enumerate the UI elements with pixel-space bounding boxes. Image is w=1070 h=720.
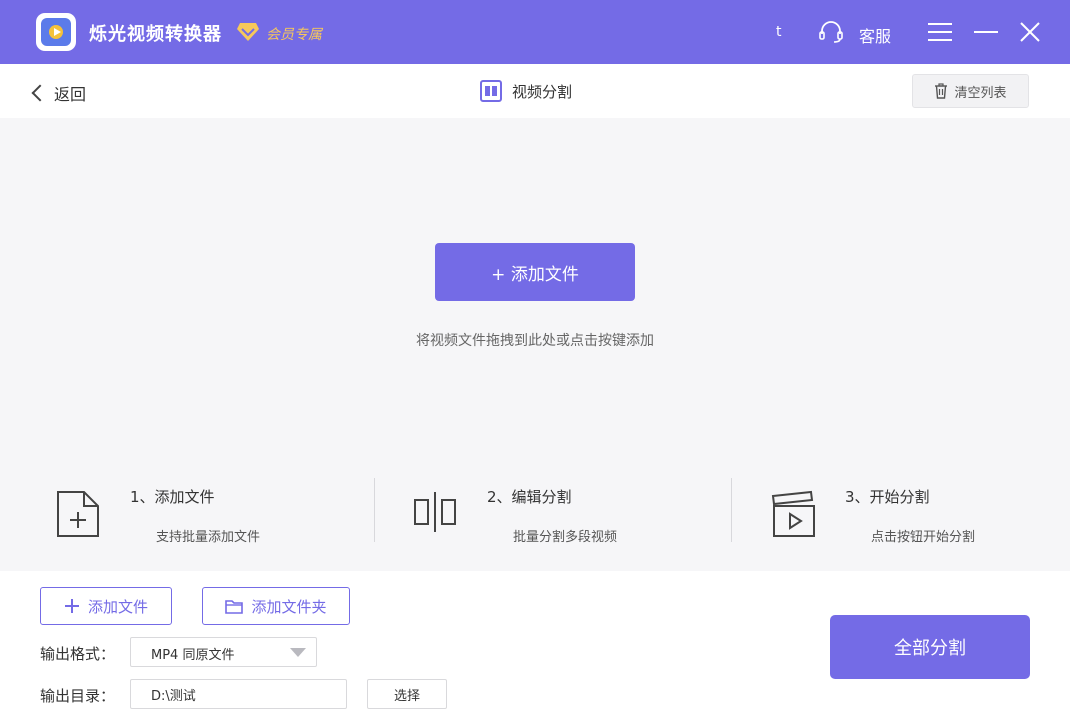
app-title: 烁光视频转换器: [89, 24, 222, 45]
vip-diamond-icon: [237, 23, 259, 41]
back-label: 返回: [54, 85, 87, 104]
plus-icon: [64, 599, 79, 613]
close-icon[interactable]: [1019, 21, 1041, 43]
drop-area[interactable]: + 添加文件 将视频文件拖拽到此处或点击按键添加 1、添加文件 支持批量添加文件…: [0, 118, 1070, 571]
dropdown-arrow-icon: [290, 648, 306, 657]
divider: [731, 478, 732, 542]
output-format-value: MP4 同原文件: [151, 648, 235, 663]
split-all-button[interactable]: 全部分割: [830, 615, 1030, 679]
add-file-main-button[interactable]: + 添加文件: [435, 243, 635, 301]
chevron-left-icon: [31, 84, 49, 102]
page-title: 视频分割: [480, 80, 572, 102]
add-folder-label: 添加文件夹: [251, 597, 327, 616]
split-icon: [414, 492, 456, 532]
support-label[interactable]: 客服: [859, 23, 891, 47]
step-desc: 批量分割多段视频: [513, 530, 618, 545]
vip-label[interactable]: 会员专属: [266, 24, 322, 44]
add-file-label: 添加文件: [87, 597, 148, 616]
add-file-button[interactable]: 添加文件: [40, 587, 172, 625]
step-title: 1、添加文件: [130, 488, 215, 506]
file-add-icon: [57, 491, 99, 537]
page-title-label: 视频分割: [512, 82, 573, 101]
drop-hint: 将视频文件拖拽到此处或点击按键添加: [416, 333, 654, 349]
folder-icon: [225, 599, 244, 614]
user-name[interactable]: t: [776, 24, 782, 40]
clear-list-label: 清空列表: [954, 85, 1007, 101]
step-start-split: 3、开始分割 点击按钮开始分割: [755, 478, 1070, 568]
step-title: 3、开始分割: [845, 488, 930, 506]
menu-icon[interactable]: [928, 22, 952, 42]
bottom-panel: 添加文件 添加文件夹 输出格式： MP4 同原文件 输出目录： 选择 全部分割: [0, 571, 1070, 720]
add-folder-button[interactable]: 添加文件夹: [202, 587, 350, 625]
headset-icon[interactable]: [818, 20, 844, 44]
back-button[interactable]: 返回: [28, 82, 86, 104]
minimize-icon[interactable]: [974, 31, 998, 33]
choose-dir-button[interactable]: 选择: [367, 679, 447, 709]
sub-header: 返回 视频分割 清空列表: [0, 64, 1070, 118]
clear-list-button[interactable]: 清空列表: [912, 74, 1029, 108]
step-edit-split: 2、编辑分割 批量分割多段视频: [397, 478, 737, 568]
step-add-file: 1、添加文件 支持批量添加文件: [40, 478, 380, 568]
app-logo-icon: [36, 13, 76, 51]
output-dir-input[interactable]: [130, 679, 347, 709]
output-format-select[interactable]: MP4 同原文件: [130, 637, 317, 667]
divider: [374, 478, 375, 542]
output-format-label: 输出格式：: [40, 645, 116, 663]
step-desc: 支持批量添加文件: [156, 530, 261, 545]
step-desc: 点击按钮开始分割: [871, 530, 976, 545]
output-dir-label: 输出目录：: [40, 687, 116, 705]
trash-icon: [935, 83, 948, 99]
title-bar: 烁光视频转换器 会员专属 t 客服: [0, 0, 1070, 64]
video-split-icon: [480, 80, 502, 102]
step-title: 2、编辑分割: [487, 488, 572, 506]
clapper-play-icon: [771, 490, 815, 537]
